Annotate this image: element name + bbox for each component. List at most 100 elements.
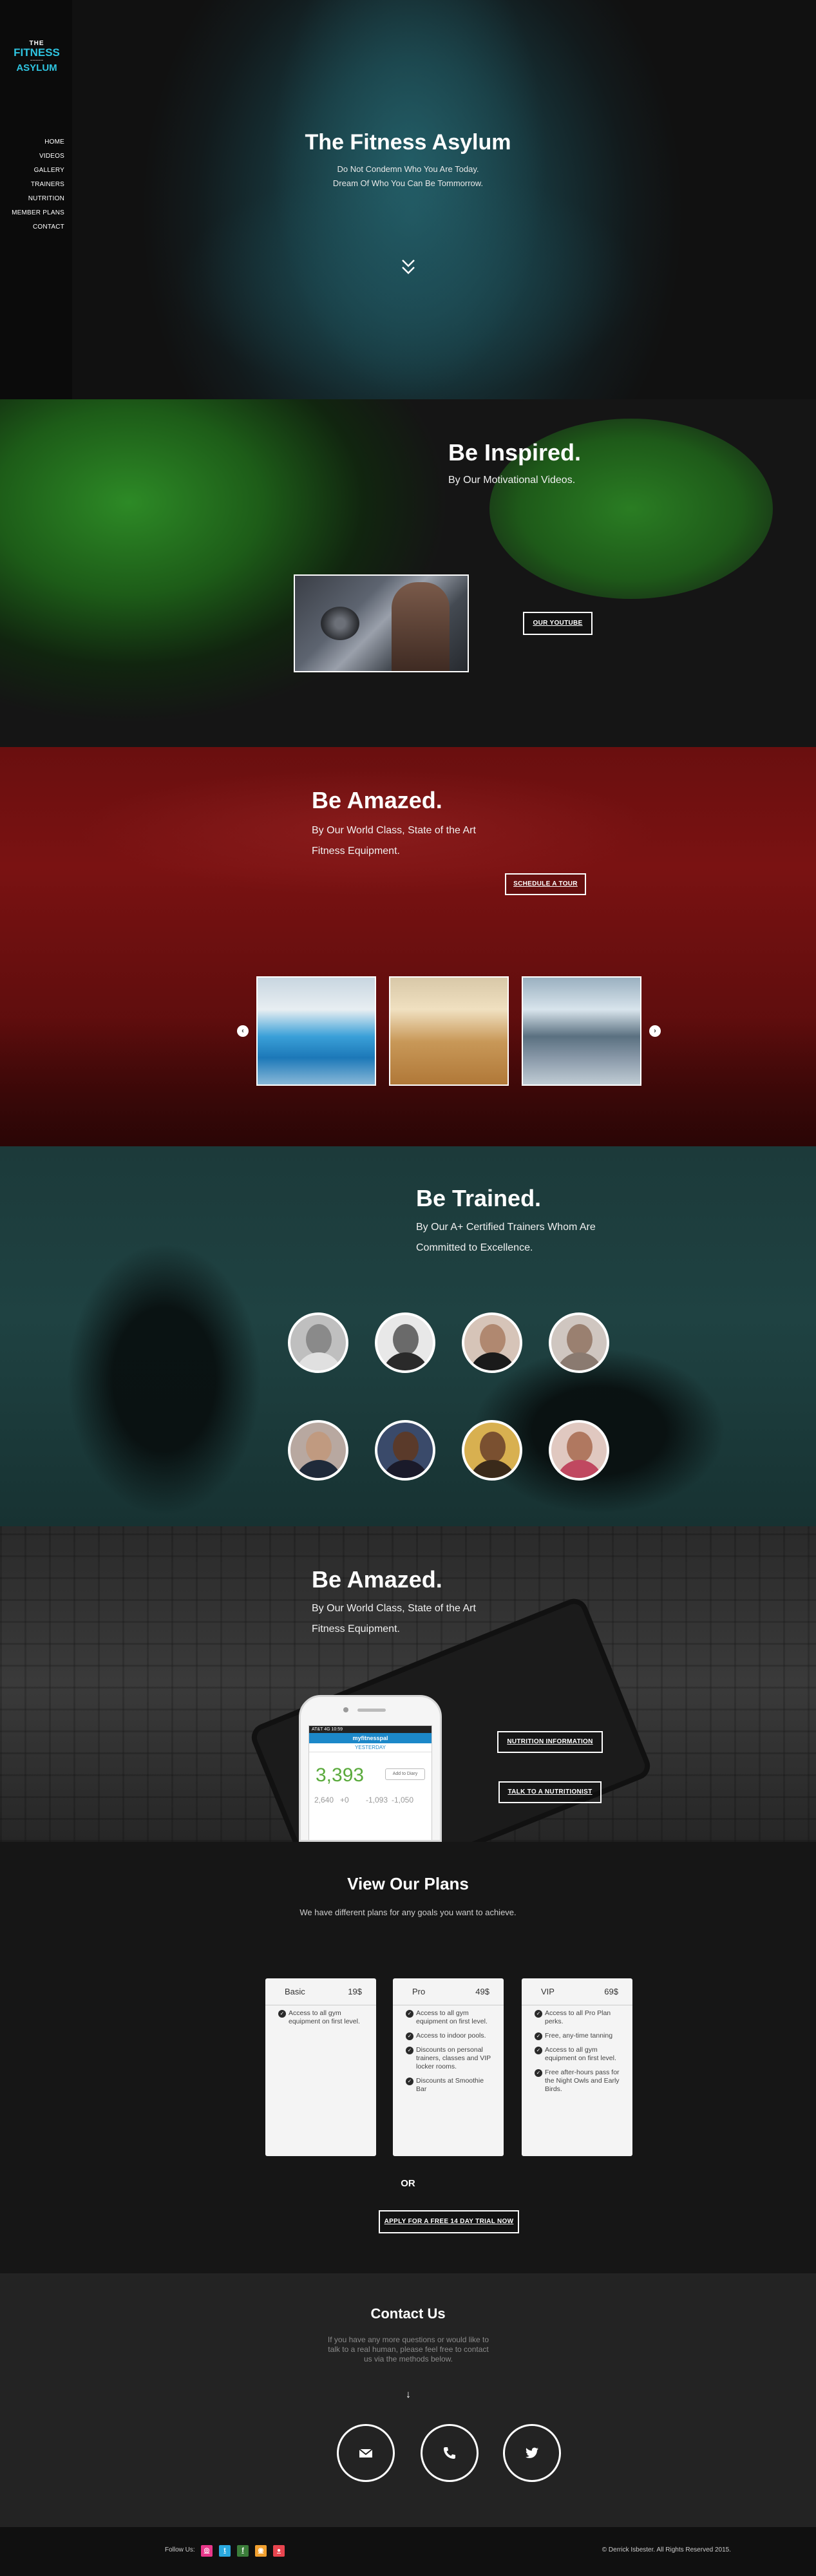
hero-subtitle-line2: Dream Of Who You Can Be Tommorrow. xyxy=(332,178,484,188)
plan-feature: ✓ Access to all Pro Plan perks. xyxy=(535,2009,625,2026)
avatar-body xyxy=(470,1460,516,1478)
scroll-down-chevron-icon[interactable] xyxy=(401,258,416,277)
logo-line-fitness: FITNESS xyxy=(14,46,60,59)
gallery-image-gym-floor[interactable] xyxy=(522,976,641,1086)
check-icon: ✓ xyxy=(406,2032,413,2040)
phone-app-bar: myfitnesspal xyxy=(309,1733,432,1743)
trainers-subtitle: By Our A+ Certified Trainers Whom Are Co… xyxy=(416,1217,596,1258)
equipment-title: Be Amazed. xyxy=(312,787,442,813)
gallery-image-court[interactable] xyxy=(389,976,509,1086)
free-trial-button[interactable]: APPLY FOR A FREE 14 DAY TRIAL NOW xyxy=(379,2210,519,2233)
twitter-icon xyxy=(525,2447,538,2458)
video-thumbnail[interactable] xyxy=(294,574,469,672)
plan-name: VIP xyxy=(541,1987,555,1996)
avatar-body xyxy=(383,1460,429,1478)
avatar-face xyxy=(480,1324,506,1355)
nav-videos[interactable]: VIDEOS xyxy=(12,149,64,164)
twitter-contact-button[interactable] xyxy=(503,2424,561,2482)
contact-title: Contact Us xyxy=(370,2306,446,2322)
phone-summary-row: 2,640 +0 -1,093 -1,050 xyxy=(314,1795,429,1804)
trainer-avatar-6[interactable] xyxy=(375,1420,435,1481)
twitter-social-icon[interactable]: t xyxy=(219,2545,231,2557)
youtube-button[interactable]: OUR YOUTUBE xyxy=(523,612,593,635)
phone-speaker xyxy=(357,1709,386,1712)
avatar-face xyxy=(306,1432,332,1463)
nutrition-subtitle: By Our World Class, State of the Art Fit… xyxy=(312,1598,476,1640)
nav-trainers[interactable]: TRAINERS xyxy=(12,178,64,192)
plans-section: View Our Plans We have different plans f… xyxy=(0,1842,816,2273)
trainer-avatar-4[interactable] xyxy=(549,1312,609,1373)
phone-contact-button[interactable] xyxy=(421,2424,479,2482)
arrow-down-icon: ↓ xyxy=(406,2389,411,2400)
equipment-subtitle: By Our World Class, State of the Art Fit… xyxy=(312,820,476,862)
plan-features: ✓ Access to all Pro Plan perks. ✓ Free, an… xyxy=(522,2005,632,2094)
gallery-next-icon[interactable]: › xyxy=(649,1025,661,1037)
plan-feature: ✓ Access to all gym equipment on first le… xyxy=(278,2009,368,2026)
plan-features: ✓ Access to all gym equipment on first le… xyxy=(393,2005,504,2094)
avatar-body xyxy=(383,1352,429,1370)
gallery-prev-icon[interactable]: ‹ xyxy=(237,1025,249,1037)
plan-feature: ✓ Access to all gym equipment on first le… xyxy=(535,2046,625,2063)
rss-icon[interactable]: ◉ xyxy=(255,2545,267,2557)
avatar-face xyxy=(480,1432,506,1463)
avatar-body xyxy=(470,1352,516,1370)
pinterest-icon[interactable]: ● xyxy=(273,2545,285,2557)
check-icon: ✓ xyxy=(278,2010,286,2018)
phone-goal-value: 2,640 xyxy=(314,1795,334,1804)
nutrition-info-button[interactable]: NUTRITION INFORMATION xyxy=(497,1731,603,1753)
site-logo[interactable]: THE FITNESS ~~~~~ ASYLUM xyxy=(10,40,63,73)
avatar-face xyxy=(393,1432,419,1463)
phone-net-value: -1,050 xyxy=(392,1795,414,1804)
trainer-avatar-1[interactable] xyxy=(288,1312,348,1373)
check-icon: ✓ xyxy=(535,2010,542,2018)
plan-name: Pro xyxy=(412,1987,426,1996)
plan-card-basic[interactable]: Basic 19$ ✓ Access to all gym equipment o… xyxy=(265,1978,376,2156)
gallery-image-pool[interactable] xyxy=(256,976,376,1086)
avatar-face xyxy=(567,1324,593,1355)
email-contact-button[interactable] xyxy=(337,2424,395,2482)
thumbnail-athlete xyxy=(392,582,450,671)
dribbble-icon[interactable]: ◎ xyxy=(201,2545,213,2557)
nav-contact[interactable]: CONTACT xyxy=(12,220,64,234)
plan-feature: ✓ Discounts on personal trainers, classes… xyxy=(406,2046,496,2071)
talk-nutritionist-button[interactable]: TALK TO A NUTRITIONIST xyxy=(498,1781,602,1803)
equipment-subtitle-line1: By Our World Class, State of the Art xyxy=(312,825,476,836)
plan-feature: ✓ Free, any-time tanning xyxy=(535,2032,625,2040)
avatar-body xyxy=(556,1460,603,1478)
plan-card-vip[interactable]: VIP 69$ ✓ Access to all Pro Plan perks. ✓… xyxy=(522,1978,632,2156)
plan-features: ✓ Access to all gym equipment on first le… xyxy=(265,2005,376,2026)
avatar-face xyxy=(306,1324,332,1355)
trainer-silhouette xyxy=(26,1159,303,1526)
footer: Follow Us: ◎ t f ◉ ● © Derrick Isbester.… xyxy=(0,2527,816,2576)
plan-header: Pro 49$ xyxy=(393,1978,504,2005)
trainers-subtitle-line1: By Our A+ Certified Trainers Whom Are xyxy=(416,1222,596,1233)
trainer-avatar-2[interactable] xyxy=(375,1312,435,1373)
nav-member-plans[interactable]: MEMBER PLANS xyxy=(12,206,64,220)
plan-card-pro[interactable]: Pro 49$ ✓ Access to all gym equipment on … xyxy=(393,1978,504,2156)
envelope-icon xyxy=(359,2448,373,2458)
trainer-avatar-8[interactable] xyxy=(549,1420,609,1481)
check-icon: ✓ xyxy=(535,2069,542,2077)
plan-feature: ✓ Access to indoor pools. xyxy=(406,2032,496,2040)
main-nav: HOME VIDEOS GALLERY TRAINERS NUTRITION M… xyxy=(12,135,64,234)
schedule-tour-button[interactable]: SCHEDULE A TOUR xyxy=(505,873,586,895)
trainer-avatar-3[interactable] xyxy=(462,1312,522,1373)
trainer-avatar-5[interactable] xyxy=(288,1420,348,1481)
plans-subtitle: We have different plans for any goals yo… xyxy=(299,1908,517,1917)
trainer-avatar-7[interactable] xyxy=(462,1420,522,1481)
facebook-icon[interactable]: f xyxy=(237,2545,249,2557)
phone-food-value: +0 xyxy=(340,1795,349,1804)
trainers-subtitle-line2: Committed to Excellence. xyxy=(416,1242,533,1253)
nav-gallery[interactable]: GALLERY xyxy=(12,164,64,178)
plan-feature: ✓ Access to all gym equipment on first le… xyxy=(406,2009,496,2026)
check-icon: ✓ xyxy=(406,2047,413,2054)
follow-us-label: Follow Us: xyxy=(165,2546,195,2553)
nav-home[interactable]: HOME xyxy=(12,135,64,149)
phone-icon xyxy=(444,2447,455,2459)
nav-nutrition[interactable]: NUTRITION xyxy=(12,192,64,206)
inspired-section: Be Inspired. By Our Motivational Videos.… xyxy=(0,399,816,747)
hero-subtitle: Do Not Condemn Who You Are Today. Dream … xyxy=(0,162,816,191)
phone-camera xyxy=(343,1707,348,1712)
or-divider: OR xyxy=(401,2178,415,2189)
check-icon: ✓ xyxy=(535,2047,542,2054)
